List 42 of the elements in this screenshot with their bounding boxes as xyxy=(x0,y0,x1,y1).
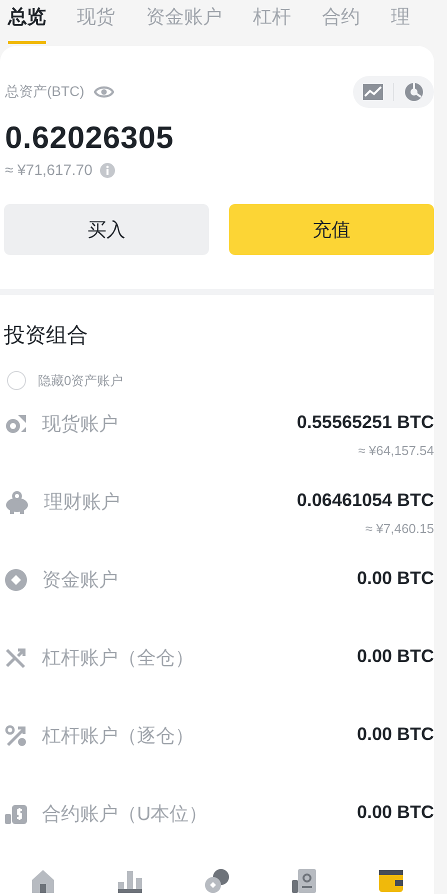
account-fiat-value: ≈ ¥64,157.54 xyxy=(358,443,434,458)
account-name: 资金账户 xyxy=(42,569,118,593)
account-balance: 0.06461054 BTC xyxy=(296,490,434,511)
account-balance: 0.00 BTC xyxy=(356,724,434,745)
pie-chart-icon[interactable] xyxy=(404,82,424,102)
checkbox-label: 隐藏0资产账户 xyxy=(38,372,124,390)
account-name: 杠杆账户（逐仓） xyxy=(42,725,194,749)
dollar-bag-icon xyxy=(4,802,28,826)
account-name: 理财账户 xyxy=(44,491,120,515)
diamond-coin-icon xyxy=(4,568,28,592)
tab[interactable]: 资金账户 xyxy=(146,0,222,44)
total-assets-label: 总资产(BTC) xyxy=(5,83,84,101)
tab[interactable]: 合约 xyxy=(322,0,360,44)
account-balance: 0.00 BTC xyxy=(356,802,434,823)
deposit-button[interactable]: 充值 xyxy=(229,204,434,255)
wallet-icon xyxy=(378,868,404,894)
home-icon xyxy=(30,868,56,894)
section-title: 投资组合 xyxy=(4,323,89,349)
nav-button[interactable] xyxy=(378,868,404,894)
account-name: 合约账户（U本位） xyxy=(42,803,208,827)
percent-icon xyxy=(4,724,28,748)
account-balance: 0.55565251 BTC xyxy=(296,412,434,433)
total-balance: 0.62026305 xyxy=(4,119,175,156)
account-fiat-value: ≈ ¥7,460.15 xyxy=(365,521,434,536)
line-chart-icon[interactable] xyxy=(363,84,383,100)
safe-icon xyxy=(290,868,317,894)
nav-button[interactable] xyxy=(117,868,144,894)
tab[interactable]: 现货 xyxy=(77,0,115,44)
account-balance: 0.00 BTC xyxy=(356,646,434,667)
tab[interactable]: 杠杆 xyxy=(253,0,291,44)
checkbox[interactable] xyxy=(7,371,26,390)
cross-arrows-icon xyxy=(4,646,28,670)
buy-button[interactable]: 买入 xyxy=(4,204,209,255)
piggy-bank-icon xyxy=(4,489,30,515)
fiat-value: ≈ ¥71,617.70 xyxy=(5,162,92,179)
account-balance: 0.00 BTC xyxy=(356,568,434,589)
bar-chart-icon xyxy=(117,868,144,894)
nav-button[interactable] xyxy=(290,868,317,894)
account-name: 现货账户 xyxy=(42,413,118,437)
tab[interactable]: 理 xyxy=(391,0,410,44)
nav-button[interactable] xyxy=(30,868,56,894)
account-name: 杠杆账户（全仓） xyxy=(42,647,194,671)
